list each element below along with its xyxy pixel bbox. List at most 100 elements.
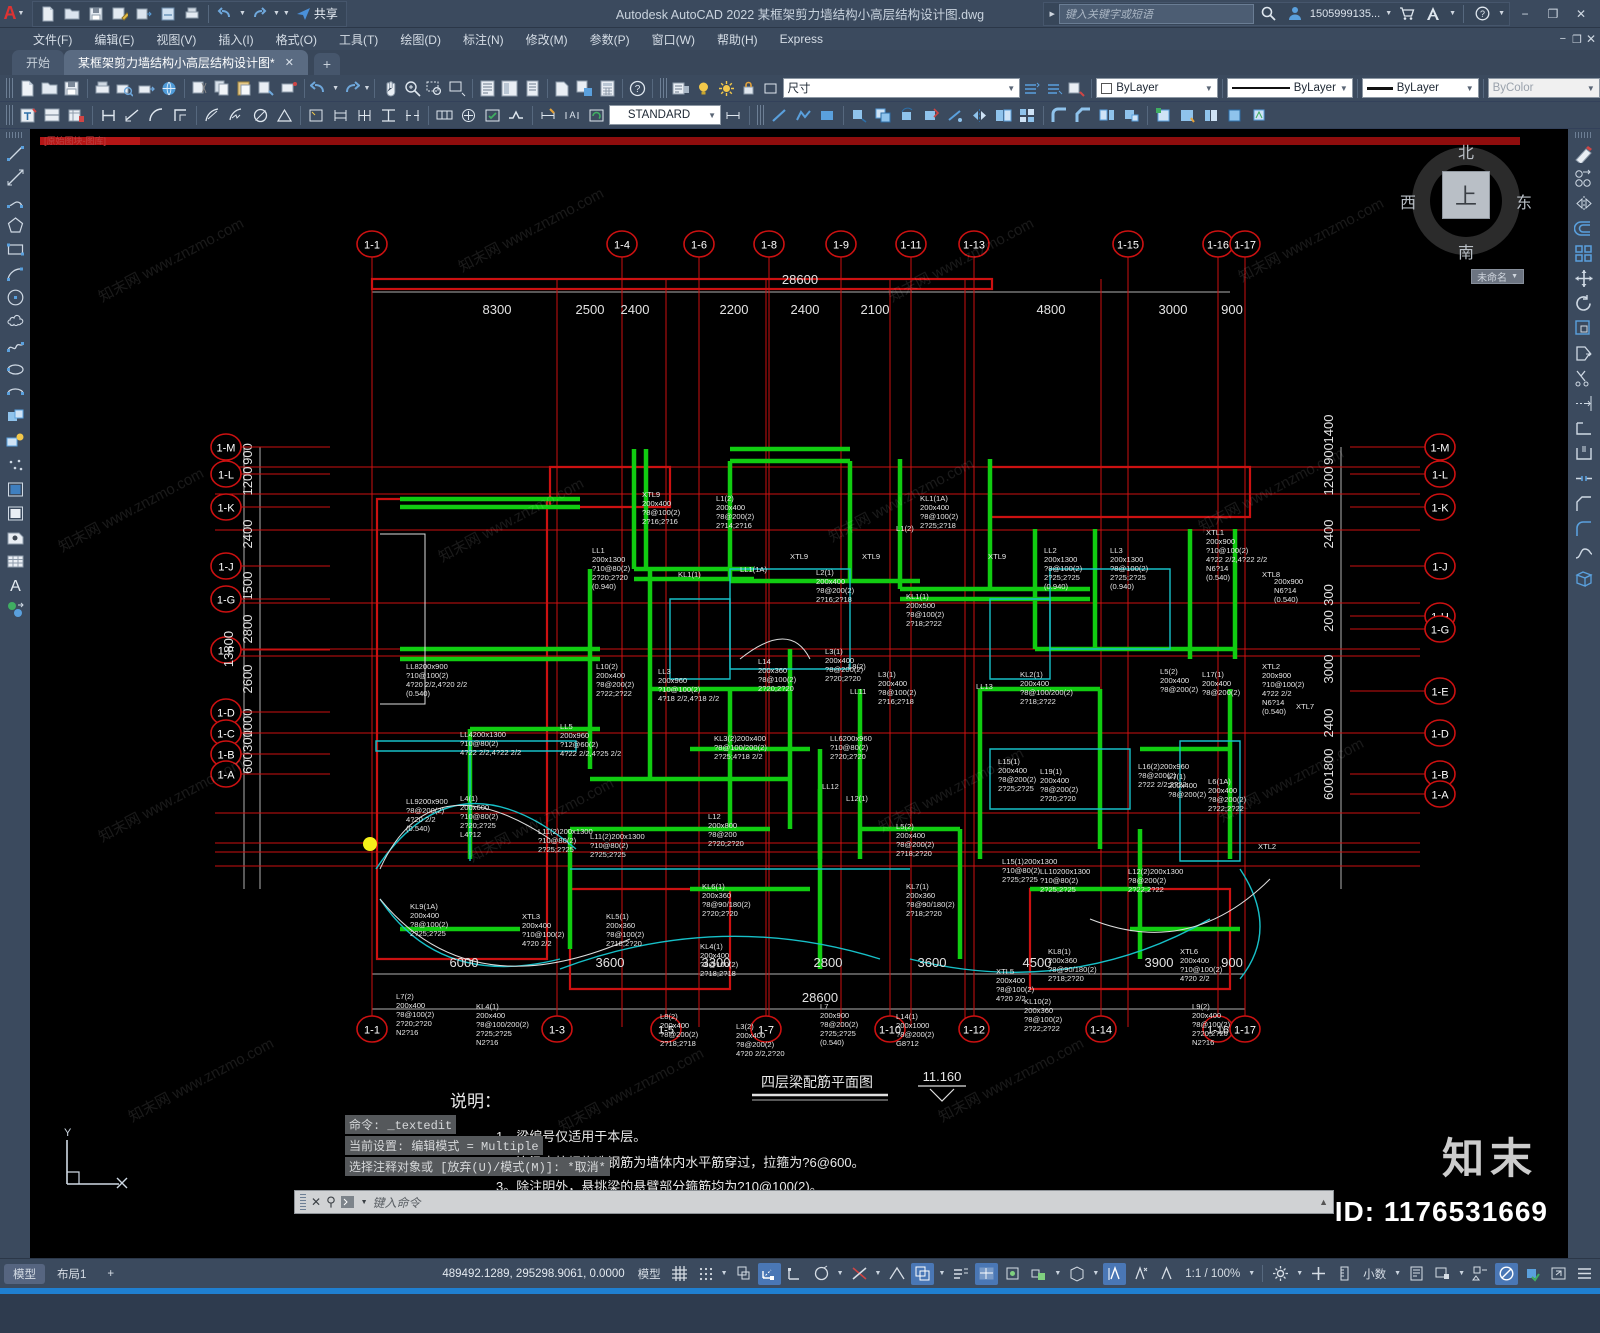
tolerance-icon[interactable] bbox=[433, 104, 456, 127]
add-selected-icon[interactable] bbox=[2, 597, 28, 621]
explode-icon[interactable] bbox=[1096, 104, 1119, 127]
isolate-display-icon[interactable] bbox=[1495, 1262, 1518, 1285]
chevron-down-icon[interactable]: ▼ bbox=[361, 1199, 368, 1206]
measure-icon[interactable] bbox=[278, 77, 299, 100]
menu-modify[interactable]: 修改(M) bbox=[515, 29, 579, 50]
menu-parametric[interactable]: 参数(P) bbox=[579, 29, 641, 50]
save-file-icon[interactable] bbox=[61, 77, 82, 100]
layer-lock-icon[interactable] bbox=[738, 77, 759, 100]
hatch-icon[interactable] bbox=[1176, 104, 1199, 127]
view-cube-east-label[interactable]: 东 bbox=[1516, 189, 1532, 213]
arc-icon[interactable] bbox=[2, 261, 28, 285]
boundary-icon[interactable] bbox=[1224, 104, 1247, 127]
lock-ui-icon[interactable] bbox=[1431, 1263, 1454, 1285]
view-cube[interactable]: 上 北 南 西 东 bbox=[1400, 141, 1532, 262]
dim-style-icon[interactable] bbox=[41, 104, 64, 127]
menu-express[interactable]: Express bbox=[769, 30, 834, 48]
autocad-logo[interactable]: A ▼ bbox=[0, 1, 28, 27]
design-center-icon[interactable] bbox=[499, 77, 520, 100]
pan-hand-icon[interactable] bbox=[379, 77, 400, 100]
lineweight-dropdown-icon[interactable]: ▼ bbox=[874, 1270, 883, 1277]
copy-object-icon[interactable] bbox=[872, 104, 895, 127]
units-dropdown-icon[interactable]: ▼ bbox=[1393, 1270, 1402, 1277]
layer-make-current-icon[interactable] bbox=[1044, 77, 1065, 100]
mirror-icon[interactable] bbox=[1570, 191, 1598, 216]
3dosnap-dropdown-icon[interactable]: ▼ bbox=[1091, 1270, 1100, 1277]
dynamic-ucs-icon[interactable] bbox=[975, 1262, 999, 1285]
erase-icon[interactable] bbox=[1570, 141, 1598, 166]
circle-icon[interactable] bbox=[2, 285, 28, 309]
insert-block-icon[interactable] bbox=[2, 405, 28, 429]
menu-draw[interactable]: 绘图(D) bbox=[389, 29, 452, 50]
chevron-down-icon[interactable]: ▼ bbox=[1466, 84, 1474, 93]
menu-file[interactable]: 文件(F) bbox=[22, 29, 83, 50]
layer-plot-icon[interactable] bbox=[760, 77, 781, 100]
chevron-down-icon[interactable]: ▼ bbox=[1511, 273, 1518, 280]
menu-insert[interactable]: 插入(I) bbox=[207, 29, 264, 50]
redo-icon[interactable] bbox=[340, 77, 361, 100]
extend-icon[interactable] bbox=[1570, 391, 1598, 416]
erase-icon[interactable] bbox=[920, 104, 943, 127]
command-scroll-icon[interactable]: ▲ bbox=[1319, 1197, 1328, 1207]
open-file-icon[interactable] bbox=[39, 77, 60, 100]
toolbar-grip[interactable] bbox=[6, 78, 13, 98]
export-icon[interactable] bbox=[133, 3, 155, 25]
fillet-icon[interactable] bbox=[1570, 516, 1598, 541]
plot-icon[interactable] bbox=[181, 3, 203, 25]
center-mark-icon[interactable] bbox=[457, 104, 480, 127]
polygon-icon[interactable] bbox=[2, 213, 28, 237]
text-icon[interactable]: A bbox=[2, 573, 28, 597]
ortho-mode-icon[interactable] bbox=[732, 1263, 755, 1285]
diameter-dimension-icon[interactable] bbox=[249, 104, 272, 127]
paste-icon[interactable] bbox=[234, 77, 255, 100]
autodesk-a-icon[interactable] bbox=[1422, 3, 1444, 25]
chevron-down-icon[interactable]: ▼ bbox=[1007, 84, 1015, 93]
cloud-save-icon[interactable] bbox=[157, 3, 179, 25]
array-icon[interactable] bbox=[1570, 241, 1598, 266]
zoom-window-icon[interactable] bbox=[424, 77, 445, 100]
revision-cloud-icon[interactable] bbox=[2, 309, 28, 333]
object-snap-icon[interactable] bbox=[784, 1263, 807, 1285]
command-bar-grip[interactable] bbox=[300, 1194, 306, 1210]
copy-icon[interactable] bbox=[211, 77, 232, 100]
rectangle-icon[interactable] bbox=[2, 237, 28, 261]
menu-edit[interactable]: 编辑(E) bbox=[83, 29, 145, 50]
elliptical-arc-icon[interactable] bbox=[2, 381, 28, 405]
drawing-canvas[interactable]: [原始图块-图库] 1-1 1-4 1-6 1-8 1-9 1-11 1-13 … bbox=[30, 129, 1568, 1258]
plot-icon[interactable] bbox=[92, 77, 113, 100]
space-indicator[interactable]: 模型 bbox=[634, 1266, 665, 1282]
tab-drawing[interactable]: 某框架剪力墙结构小高层结构设计图* ✕ bbox=[64, 50, 308, 75]
move-icon[interactable] bbox=[848, 104, 871, 127]
point-icon[interactable] bbox=[2, 453, 28, 477]
gradient-icon[interactable] bbox=[1200, 104, 1223, 127]
window-minimize-button[interactable]: − bbox=[1512, 1, 1538, 27]
window-restore-button[interactable]: ❐ bbox=[1540, 1, 1566, 27]
otrack-icon[interactable] bbox=[810, 1263, 833, 1285]
add-layout-button[interactable]: + bbox=[98, 1266, 123, 1282]
clean-screen-icon[interactable] bbox=[1547, 1263, 1570, 1285]
trim-icon[interactable] bbox=[944, 104, 967, 127]
scale-dropdown-icon[interactable]: ▼ bbox=[1247, 1270, 1256, 1277]
graphics-performance-icon[interactable] bbox=[1521, 1263, 1544, 1285]
hardware-accel-icon[interactable] bbox=[1469, 1263, 1492, 1285]
scale-icon[interactable] bbox=[1570, 316, 1598, 341]
move-icon[interactable] bbox=[1570, 266, 1598, 291]
menu-help[interactable]: 帮助(H) bbox=[706, 29, 769, 50]
annotation-monitor-icon[interactable] bbox=[1155, 1263, 1178, 1285]
chevron-down-icon[interactable]: ▼ bbox=[1340, 84, 1348, 93]
coordinate-display[interactable]: 489492.1289, 295298.9061, 0.0000 bbox=[442, 1268, 630, 1280]
chamfer-icon[interactable] bbox=[1570, 491, 1598, 516]
chamfer-icon[interactable] bbox=[1072, 104, 1095, 127]
toolbar-grip-2[interactable] bbox=[6, 105, 13, 125]
units-ruler-icon[interactable] bbox=[1333, 1263, 1356, 1285]
layers-toolbar-grip[interactable] bbox=[660, 78, 667, 98]
account-name[interactable]: 1505999135... bbox=[1310, 8, 1380, 20]
dim-break-icon[interactable] bbox=[401, 104, 424, 127]
properties-icon[interactable] bbox=[477, 77, 498, 100]
grid-display-icon[interactable] bbox=[668, 1263, 691, 1285]
stretch-icon[interactable] bbox=[1570, 341, 1598, 366]
plotstyle-combo[interactable]: ByColor ▼ bbox=[1487, 78, 1600, 98]
units-value[interactable]: 小数 bbox=[1359, 1266, 1390, 1282]
dim-space-icon[interactable] bbox=[377, 104, 400, 127]
doc-close-button[interactable]: ✕ bbox=[1586, 32, 1596, 46]
